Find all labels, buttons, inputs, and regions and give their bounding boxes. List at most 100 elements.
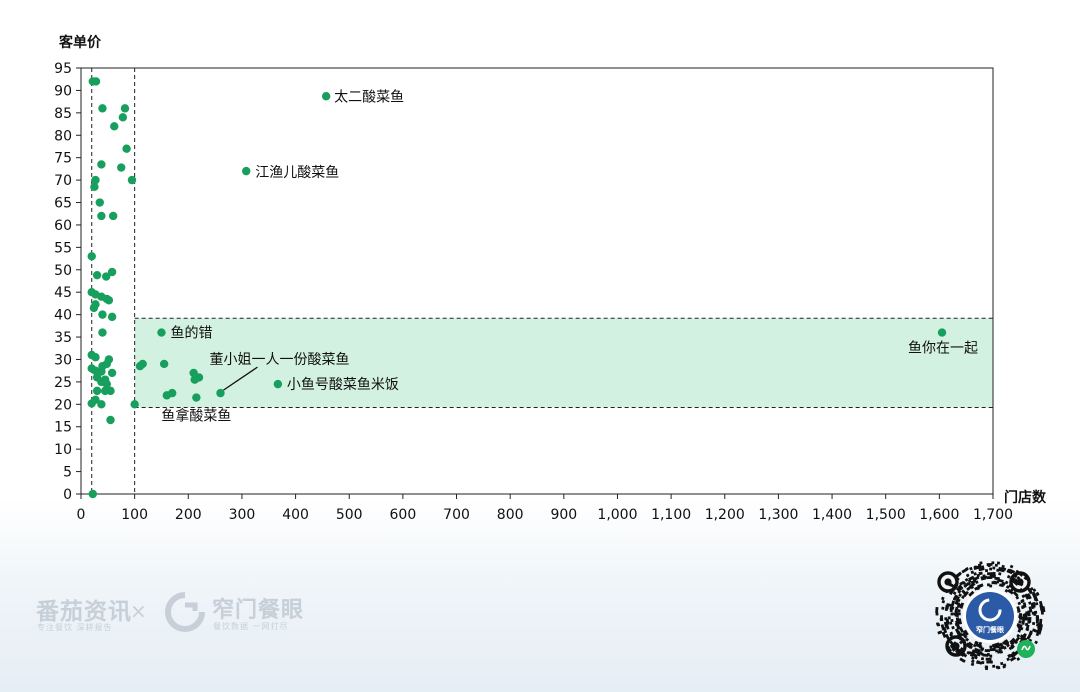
y-tick-label: 20 bbox=[54, 397, 72, 413]
y-axis: 0 5 10 15 20 25 30 35 40 45 50 55 60 65 70 75 80 85 90 95 bbox=[54, 61, 81, 503]
x-tick-label: 400 bbox=[282, 507, 309, 523]
fanqie-brand-slogan: 专注餐饮 深耕报告 bbox=[37, 623, 113, 632]
data-point bbox=[157, 328, 166, 337]
data-point bbox=[91, 353, 100, 362]
data-point bbox=[97, 160, 106, 169]
data-point bbox=[104, 296, 114, 305]
data-point bbox=[97, 400, 106, 409]
data-point bbox=[98, 310, 107, 319]
data-point bbox=[118, 113, 128, 122]
y-tick-label: 15 bbox=[54, 420, 72, 436]
data-point bbox=[98, 328, 107, 337]
data-point bbox=[937, 328, 947, 337]
x-tick-label: 100 bbox=[121, 507, 148, 523]
footer bbox=[0, 560, 1080, 692]
data-point bbox=[95, 198, 104, 207]
data-point bbox=[87, 399, 96, 408]
data-point bbox=[159, 359, 169, 369]
scatter-chart: 0 100 200 300 400 500 600 700 800 900 1,000 1,100 1,… bbox=[54, 34, 1047, 523]
data-point bbox=[168, 388, 177, 398]
point-label: 鱼的错 bbox=[170, 325, 212, 342]
y-tick-label: 80 bbox=[54, 128, 72, 144]
x-axis-label: 门店数 bbox=[1004, 489, 1047, 506]
data-point bbox=[216, 388, 225, 398]
y-tick-label: 90 bbox=[54, 83, 72, 99]
reference-lines bbox=[91, 68, 993, 494]
data-point bbox=[130, 400, 139, 409]
data-point bbox=[127, 175, 137, 185]
data-point bbox=[92, 270, 102, 280]
point-label: 鱼你在一起 bbox=[908, 340, 978, 357]
zhaimen-brand-slogan: 餐饮数据 一网打尽 bbox=[213, 622, 289, 631]
x-tick-label: 200 bbox=[175, 507, 202, 523]
fanqie-brand-logo: 番茄资讯 bbox=[36, 599, 132, 625]
data-point bbox=[97, 211, 106, 221]
point-label: 鱼拿酸菜鱼 bbox=[161, 408, 231, 425]
point-label: 董小姐一人一份酸菜鱼 bbox=[209, 351, 349, 368]
data-point bbox=[117, 163, 126, 172]
x-tick-label: 900 bbox=[550, 507, 577, 523]
x-tick-label: 1,300 bbox=[758, 507, 798, 523]
data-point bbox=[88, 489, 98, 499]
x-tick-label: 1,200 bbox=[705, 507, 745, 523]
y-tick-label: 95 bbox=[54, 61, 72, 77]
data-point bbox=[106, 415, 115, 425]
y-tick-label: 65 bbox=[54, 196, 72, 212]
y-tick-label: 50 bbox=[54, 263, 72, 279]
y-tick-label: 75 bbox=[54, 151, 72, 167]
data-point bbox=[192, 393, 201, 402]
x-tick-label: 1,700 bbox=[973, 507, 1013, 523]
data-point bbox=[242, 166, 251, 176]
y-tick-label: 55 bbox=[54, 240, 72, 256]
point-label: 江渔儿酸菜鱼 bbox=[255, 164, 339, 181]
data-point bbox=[91, 77, 101, 86]
data-points bbox=[87, 77, 947, 499]
y-tick-label: 45 bbox=[54, 285, 72, 301]
zhaimen-logo-icon bbox=[165, 592, 205, 632]
zhaimen-brand-logo: 窄门餐眼 bbox=[212, 598, 305, 623]
data-point bbox=[122, 144, 131, 153]
data-point bbox=[110, 122, 119, 131]
miniprogram-qr-code[interactable]: 窄门餐眼 bbox=[934, 560, 1046, 672]
y-tick-label: 40 bbox=[54, 308, 72, 324]
times-sign: × bbox=[130, 599, 147, 623]
data-point bbox=[108, 211, 118, 221]
plot-frame bbox=[80, 67, 994, 495]
y-tick-label: 0 bbox=[63, 487, 72, 503]
y-tick-label: 5 bbox=[63, 465, 72, 481]
y-tick-label: 10 bbox=[54, 442, 72, 458]
x-tick-label: 1,600 bbox=[919, 507, 959, 523]
data-point bbox=[194, 373, 204, 382]
data-point bbox=[106, 386, 115, 396]
x-tick-label: 0 bbox=[77, 507, 86, 523]
data-point bbox=[98, 104, 107, 113]
data-point bbox=[138, 359, 147, 369]
x-axis: 0 100 200 300 400 500 600 700 800 900 1,000 1,100 1,… bbox=[77, 494, 1013, 523]
data-point bbox=[120, 104, 130, 113]
data-point bbox=[107, 312, 117, 322]
y-axis-label: 客单价 bbox=[58, 34, 102, 51]
point-label: 小鱼号酸菜鱼米饭 bbox=[287, 376, 399, 393]
x-tick-label: 600 bbox=[390, 507, 417, 523]
x-tick-label: 1,100 bbox=[651, 507, 691, 523]
data-point bbox=[321, 92, 331, 101]
data-point bbox=[273, 379, 283, 389]
y-tick-label: 70 bbox=[54, 173, 72, 189]
x-tick-label: 700 bbox=[443, 507, 470, 523]
data-point bbox=[107, 368, 117, 378]
x-tick-label: 800 bbox=[497, 507, 524, 523]
x-tick-label: 1,000 bbox=[597, 507, 637, 523]
y-tick-label: 60 bbox=[54, 218, 72, 234]
point-label: 太二酸菜鱼 bbox=[334, 88, 404, 105]
y-tick-label: 25 bbox=[54, 375, 72, 391]
data-point bbox=[102, 272, 111, 281]
x-tick-label: 300 bbox=[229, 507, 256, 523]
x-tick-label: 1,400 bbox=[812, 507, 852, 523]
data-point bbox=[90, 182, 99, 192]
y-tick-label: 85 bbox=[54, 106, 72, 122]
data-point bbox=[87, 252, 96, 261]
y-tick-label: 30 bbox=[54, 352, 72, 368]
qr-center-label: 窄门餐眼 bbox=[976, 625, 1004, 634]
data-point bbox=[89, 303, 99, 313]
y-tick-label: 35 bbox=[54, 330, 72, 346]
